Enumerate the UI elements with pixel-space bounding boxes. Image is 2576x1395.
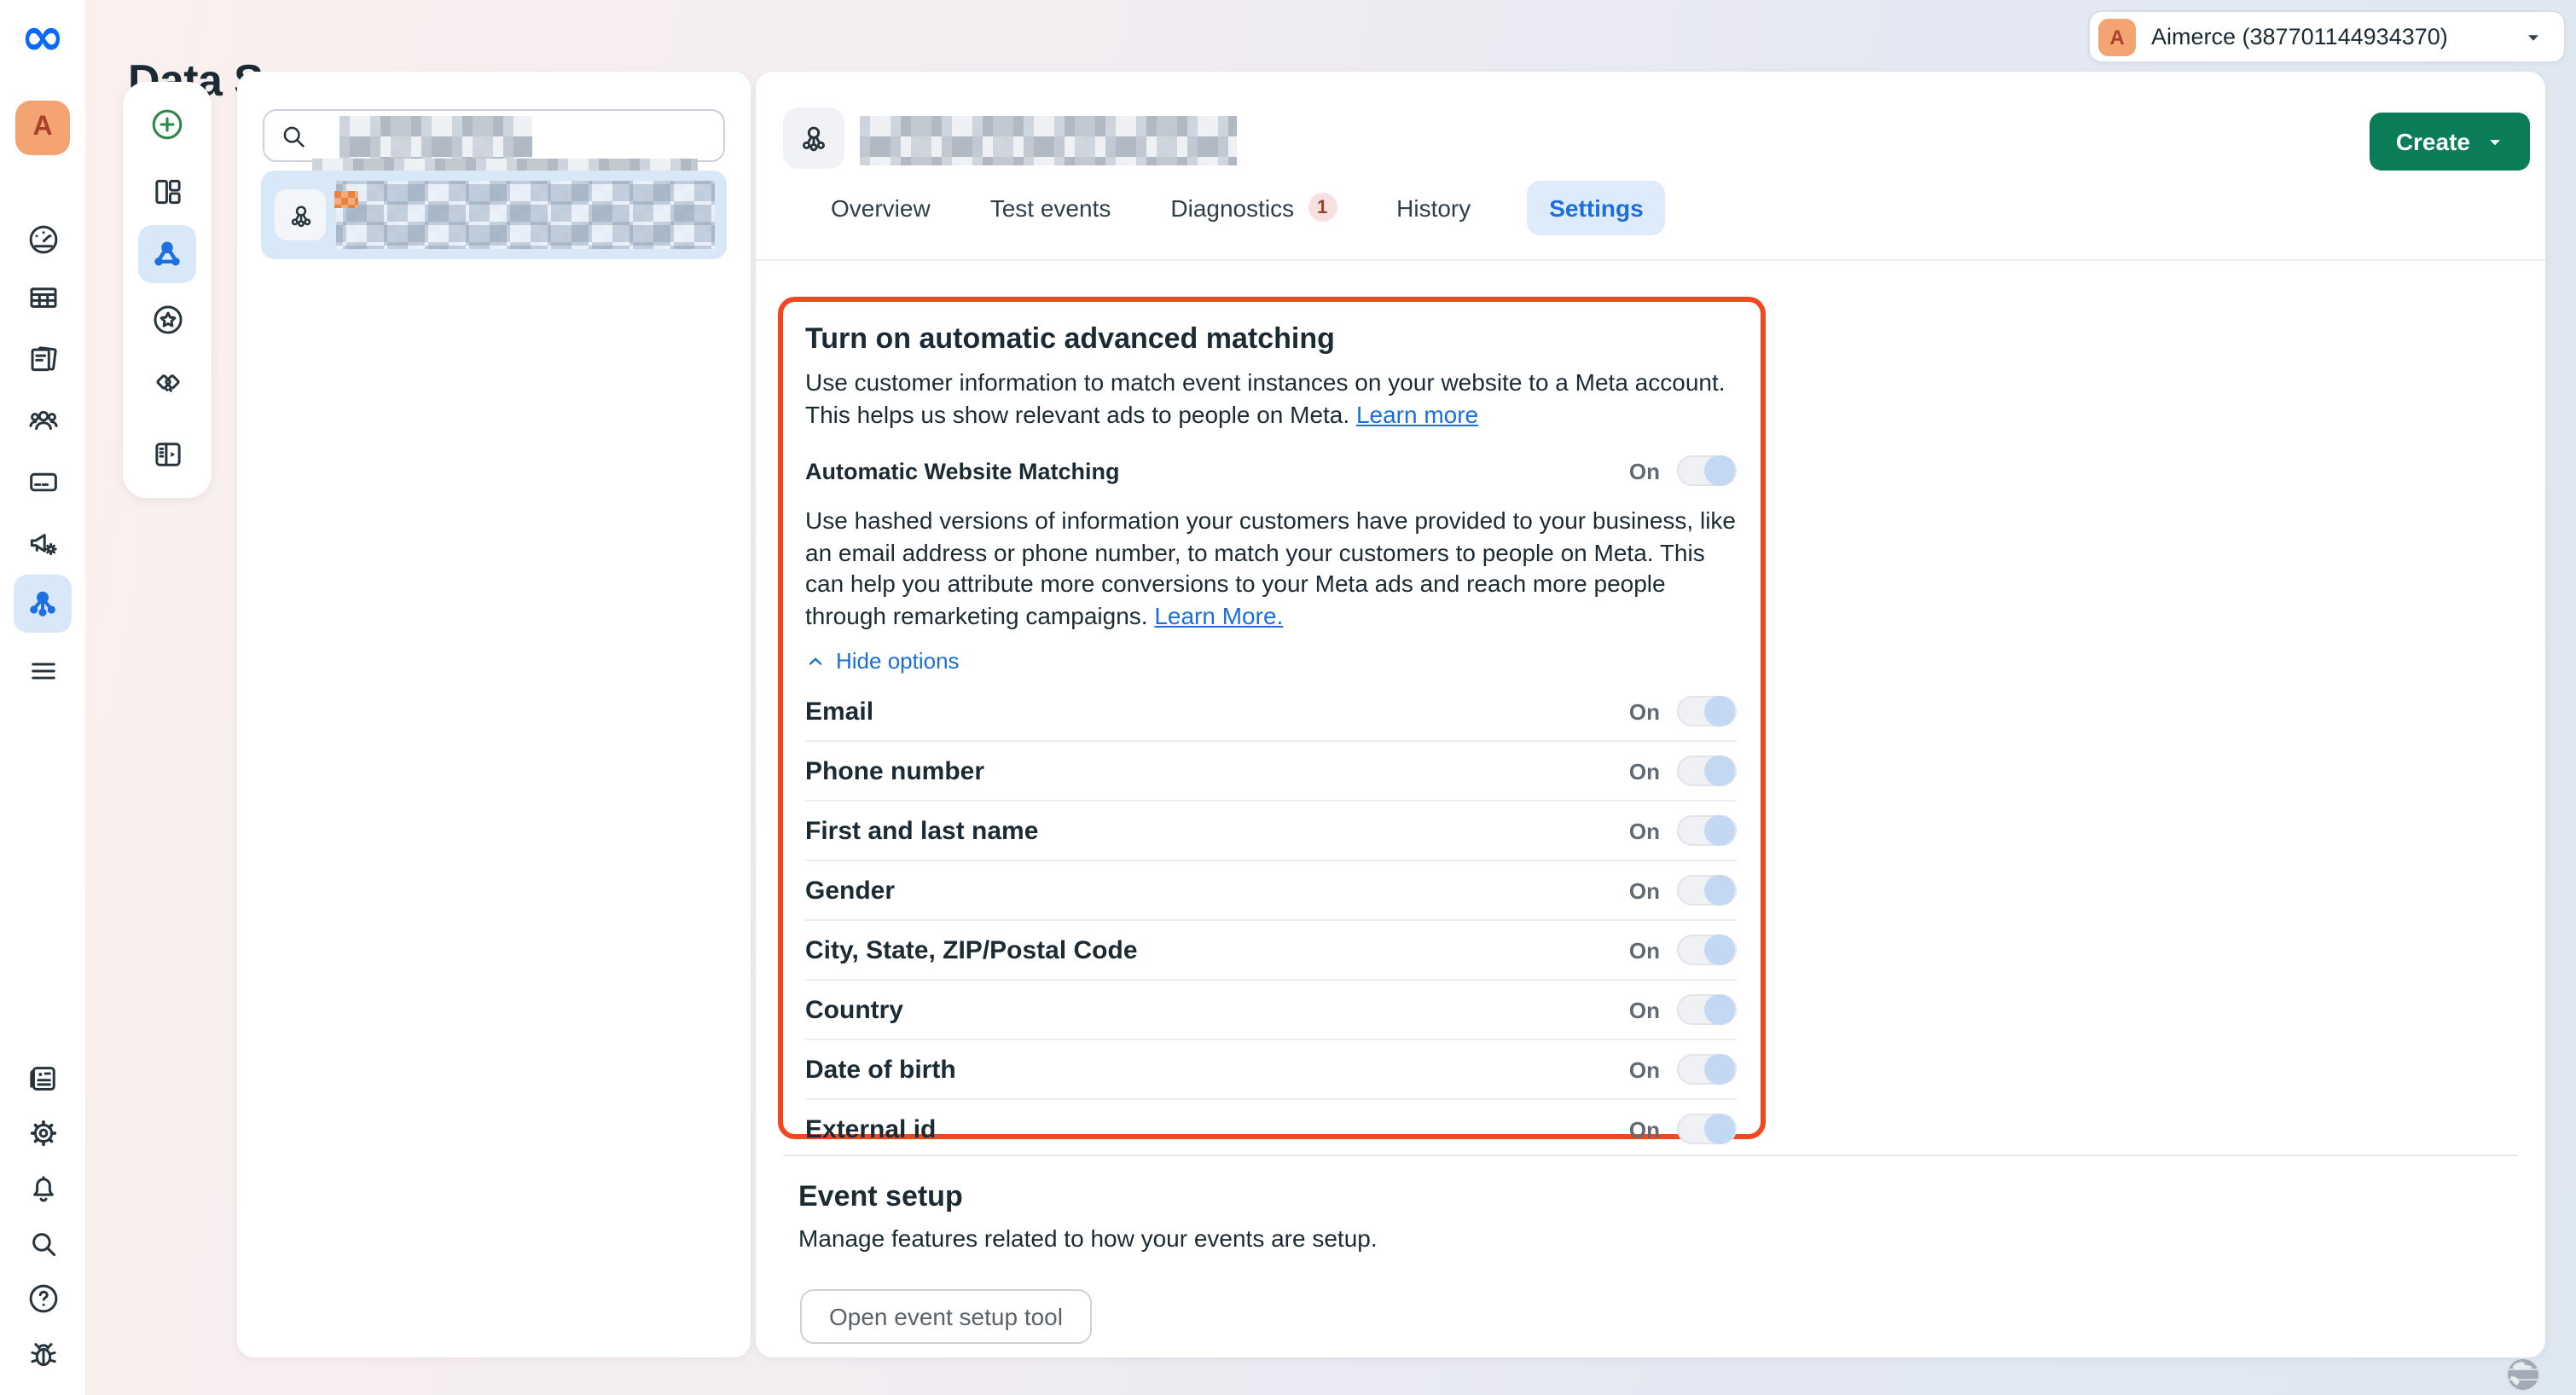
automatic-website-matching-row: Automatic Website Matching On	[805, 454, 1737, 488]
toggle-knob	[1704, 1054, 1735, 1085]
date-of-birth-toggle[interactable]	[1677, 1054, 1737, 1085]
audiences-icon[interactable]	[14, 391, 72, 449]
phone-number-toggle[interactable]	[1677, 755, 1737, 786]
all-tools-menu-icon[interactable]	[14, 641, 72, 699]
news-page-icon[interactable]	[14, 1049, 72, 1107]
data-source-detail-panel: Create Overview Test events Diagnostics …	[756, 72, 2545, 1357]
open-event-setup-tool-button[interactable]: Open event setup tool	[800, 1289, 1092, 1344]
row-label: Automatic Website Matching	[805, 458, 1120, 483]
automatic-website-matching-toggle[interactable]	[1677, 455, 1737, 486]
global-nav-rail: ∞ A	[0, 0, 85, 1395]
toggle-knob	[1704, 696, 1735, 726]
toggle-knob	[1704, 875, 1735, 906]
tab-history[interactable]: History	[1393, 180, 1474, 234]
search-box[interactable]	[263, 109, 725, 162]
automatic-advanced-matching-section: Turn on automatic advanced matching Use …	[778, 297, 1766, 1139]
account-label: Aimerce (387701144934370)	[2151, 24, 2508, 49]
toggle-knob	[1704, 815, 1735, 846]
caret-down-icon	[2523, 26, 2544, 47]
settings-gear-icon[interactable]	[14, 1103, 72, 1161]
row-phone-number: Phone number On	[805, 740, 1737, 800]
row-date-of-birth: Date of birth On	[805, 1039, 1737, 1098]
data-source-list-item-selected[interactable]	[261, 171, 727, 259]
data-table-icon[interactable]	[14, 268, 72, 326]
city-state-zip-toggle[interactable]	[1677, 935, 1737, 965]
toggle-knob	[1704, 455, 1735, 486]
tab-test-events[interactable]: Test events	[987, 180, 1115, 234]
detail-header: Create Overview Test events Diagnostics …	[756, 72, 2545, 261]
connections-network-icon[interactable]	[138, 225, 196, 283]
learn-more-link[interactable]: Learn more	[1356, 400, 1478, 427]
add-circle-icon[interactable]	[138, 96, 196, 153]
account-avatar: A	[2098, 18, 2136, 55]
caret-down-icon	[2486, 132, 2504, 151]
events-manager-page: Data Sources A Aimerce (387701144934370)…	[0, 0, 2576, 1395]
handshake-icon[interactable]	[138, 353, 196, 411]
country-toggle[interactable]	[1677, 994, 1737, 1025]
row-email: Email On	[805, 682, 1737, 740]
search-icon	[278, 120, 309, 151]
event-setup-title: Event setup	[798, 1180, 963, 1214]
chevron-up-icon	[805, 651, 826, 671]
event-setup-description: Manage features related to how your even…	[798, 1224, 1378, 1252]
bug-report-icon[interactable]	[14, 1325, 72, 1383]
row-external-id: External id On	[805, 1098, 1737, 1158]
hide-options-link[interactable]: Hide options	[805, 648, 960, 674]
search-icon[interactable]	[14, 1214, 72, 1272]
network-icon	[783, 107, 844, 169]
learn-more-link-2[interactable]: Learn More.	[1154, 601, 1283, 628]
billing-card-icon[interactable]	[14, 452, 72, 510]
tab-overview[interactable]: Overview	[827, 180, 934, 234]
create-button[interactable]: Create	[2370, 113, 2530, 171]
redaction-artifact	[334, 191, 358, 208]
notifications-bell-icon[interactable]	[14, 1160, 72, 1218]
external-id-toggle[interactable]	[1677, 1114, 1737, 1144]
section-description: Use customer information to match event …	[805, 367, 1749, 430]
globe-icon[interactable]	[2503, 1354, 2544, 1395]
row-city-state-zip: City, State, ZIP/Postal Code On	[805, 919, 1737, 979]
network-icon	[275, 189, 326, 240]
matching-parameter-rows: Email On Phone number On First and last …	[805, 682, 1737, 1158]
gauge-icon[interactable]	[14, 210, 72, 268]
toggle-knob	[1704, 935, 1735, 965]
row-first-last-name: First and last name On	[805, 800, 1737, 860]
redacted-search-text	[339, 116, 532, 159]
toggle-knob	[1704, 994, 1735, 1025]
diagnostics-count-badge: 1	[1308, 193, 1337, 222]
toggle-state-label: On	[1629, 458, 1660, 483]
events-network-icon[interactable]	[14, 575, 72, 633]
toggle-knob	[1704, 1114, 1735, 1144]
help-icon[interactable]	[14, 1269, 72, 1327]
redacted-item-text	[336, 181, 715, 249]
redacted-source-name	[860, 116, 1237, 165]
meta-logo[interactable]: ∞	[0, 3, 85, 72]
section-title: Turn on automatic advanced matching	[805, 322, 1737, 356]
create-label: Create	[2396, 128, 2470, 155]
data-sources-toolbar	[123, 82, 212, 498]
data-sources-list-panel	[237, 72, 751, 1357]
tab-diagnostics[interactable]: Diagnostics 1	[1167, 179, 1340, 235]
toggle-knob	[1704, 755, 1735, 786]
tab-settings[interactable]: Settings	[1527, 180, 1665, 234]
first-last-name-toggle[interactable]	[1677, 815, 1737, 846]
side-panel-icon[interactable]	[138, 425, 196, 483]
detail-tabs: Overview Test events Diagnostics 1 Histo…	[827, 179, 1666, 235]
row-country: Country On	[805, 979, 1737, 1039]
section-divider	[783, 1155, 2518, 1156]
pages-icon[interactable]	[14, 329, 72, 387]
ads-megaphone-icon[interactable]	[14, 513, 72, 571]
business-avatar[interactable]: A	[15, 101, 70, 155]
email-toggle[interactable]	[1677, 696, 1737, 726]
account-selector[interactable]: A Aimerce (387701144934370)	[2088, 10, 2566, 63]
gender-toggle[interactable]	[1677, 875, 1737, 906]
layout-columns-icon[interactable]	[138, 162, 196, 220]
row-gender: Gender On	[805, 860, 1737, 919]
matching-details: Use hashed versions of information your …	[805, 505, 1749, 631]
star-circle-icon[interactable]	[138, 290, 196, 348]
